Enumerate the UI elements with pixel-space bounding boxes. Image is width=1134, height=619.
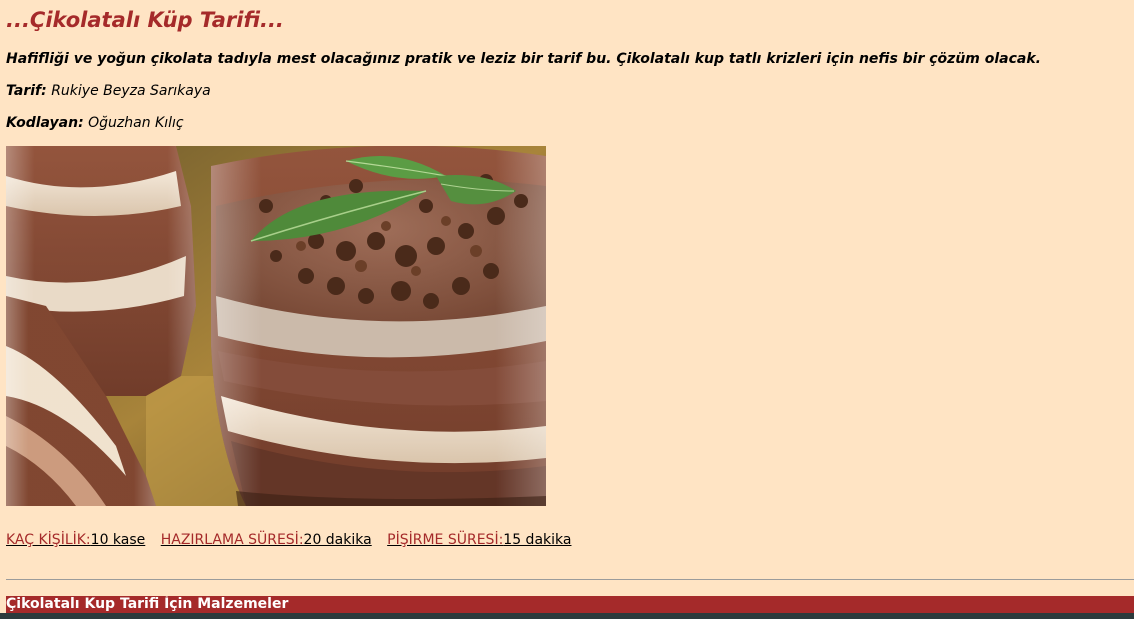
recipe-author: Rukiye Beyza Sarıkaya — [51, 83, 211, 99]
ingredients-heading: Çikolatalı Kup Tarifi İçin Malzemeler — [6, 596, 1134, 613]
recipe-meta: KAÇ KİŞİLİK:10 kase HAZIRLAMA SÜRESİ:20 … — [6, 532, 582, 548]
prep-time-info: HAZIRLAMA SÜRESİ:20 dakika — [161, 532, 372, 548]
prep-time-value: 20 dakika — [303, 532, 372, 548]
divider — [6, 579, 1134, 580]
recipe-credit-label: Tarif: — [6, 83, 47, 99]
recipe-intro: Hafifliği ve yoğun çikolata tadıyla mest… — [6, 51, 1041, 67]
coder-name: Oğuzhan Kılıç — [88, 115, 184, 131]
cut-off-content — [0, 613, 1134, 619]
cook-time-label: PİŞİRME SÜRESİ: — [387, 532, 504, 548]
servings-label: KAÇ KİŞİLİK: — [6, 532, 91, 548]
servings-value: 10 kase — [90, 532, 146, 548]
servings-info: KAÇ KİŞİLİK:10 kase — [6, 532, 145, 548]
coder-credit-label: Kodlayan: — [6, 115, 84, 131]
coder-credit: Kodlayan: Oğuzhan Kılıç — [6, 115, 184, 131]
recipe-photo — [6, 146, 546, 506]
page-title: ...Çikolatalı Küp Tarifi... — [6, 8, 284, 32]
prep-time-label: HAZIRLAMA SÜRESİ: — [160, 532, 304, 548]
recipe-credit: Tarif: Rukiye Beyza Sarıkaya — [6, 83, 211, 99]
cook-time-info: PİŞİRME SÜRESİ:15 dakika — [387, 532, 571, 548]
cook-time-value: 15 dakika — [503, 532, 572, 548]
